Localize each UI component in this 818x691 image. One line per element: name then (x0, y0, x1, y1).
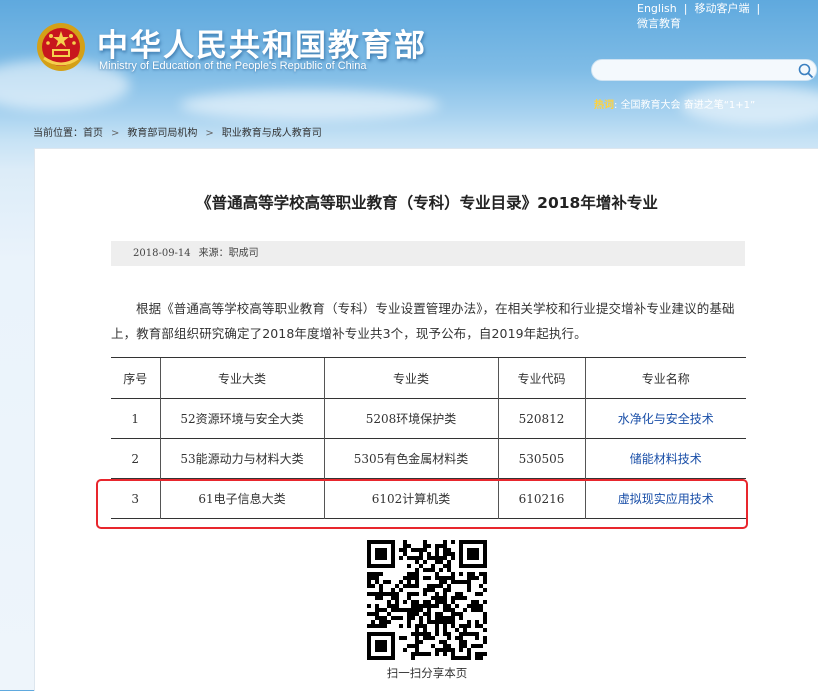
breadcrumb: 当前位置：首页 > 教育部司局机构 > 职业教育与成人教育司 (33, 124, 322, 139)
table-cell-code: 520812 (497, 398, 585, 439)
hot-words-label: 热词 (594, 100, 614, 111)
qr-caption: 扫一扫分享本页 (386, 666, 468, 680)
table-header: 专业大类 (159, 357, 324, 399)
breadcrumb-arrow-icon: > (111, 128, 120, 139)
table-row: 1 52资源环境与安全大类 5208环境保护类 520812 水净化与安全技术 (111, 398, 746, 439)
table-cell-class: 5208环境保护类 (323, 398, 498, 439)
search-box (591, 59, 817, 81)
breadcrumb-prefix: 当前位置： (33, 128, 83, 139)
table-header: 序号 (111, 357, 160, 399)
table-cell-category: 53能源动力与材料大类 (159, 438, 324, 479)
breadcrumb-departments[interactable]: 教育部司局机构 (127, 128, 197, 139)
link-separator: | (756, 2, 761, 15)
national-emblem-icon[interactable] (36, 22, 86, 72)
weiyan-education-link[interactable]: 微言教育 (637, 17, 681, 30)
breadcrumb-arrow-icon: > (205, 128, 214, 139)
site-header: 中华人民共和国教育部 Ministry of Education of the … (0, 0, 818, 125)
top-links: English | 移动客户端 | 微言教育 (637, 1, 767, 31)
english-link[interactable]: English (637, 2, 677, 15)
table-header: 专业类 (323, 357, 498, 399)
hot-words-link[interactable]: 全国教育大会 奋进之笔“1+1” (621, 100, 756, 111)
site-title[interactable]: 中华人民共和国教育部 (97, 20, 427, 65)
qr-code-icon (367, 540, 487, 660)
breadcrumb-vocational-dept[interactable]: 职业教育与成人教育司 (222, 128, 322, 139)
article-title: 《普通高等学校高等职业教育（专科）专业目录》2018年增补专业 (196, 194, 658, 212)
breadcrumb-home[interactable]: 首页 (83, 128, 103, 139)
table-cell-category: 52资源环境与安全大类 (159, 398, 324, 439)
article-date: 2018-09-14 (133, 248, 191, 259)
article-paragraph: 根据《普通高等学校高等职业教育（专科）专业设置管理办法》，在相关学校和行业提交增… (111, 301, 735, 341)
row-highlight-box (96, 479, 748, 529)
table-cell-class: 5305有色金属材料类 (323, 438, 498, 479)
hot-words: 热词: 全国教育大会 奋进之笔“1+1” (594, 100, 756, 111)
article-source: 来源：职成司 (198, 248, 259, 259)
mobile-client-link[interactable]: 移动客户端 (694, 2, 749, 15)
table-header: 专业代码 (497, 357, 585, 399)
cloud-decoration (180, 90, 440, 120)
table-cell-index: 2 (111, 438, 160, 479)
table-cell-major-name[interactable]: 储能材料技术 (584, 438, 746, 479)
table-row: 2 53能源动力与材料大类 5305有色金属材料类 530505 储能材料技术 (111, 438, 746, 479)
table-header-row: 序号 专业大类 专业类 专业代码 专业名称 (111, 357, 746, 399)
table-cell-code: 530505 (497, 438, 585, 479)
link-separator: | (683, 2, 688, 15)
table-header: 专业名称 (584, 357, 746, 399)
table-cell-index: 1 (111, 398, 160, 439)
search-icon[interactable] (797, 62, 815, 80)
table-cell-major-name[interactable]: 水净化与安全技术 (584, 398, 746, 439)
search-input[interactable] (602, 62, 796, 80)
site-subtitle: Ministry of Education of the People's Re… (99, 60, 367, 72)
article-meta: 2018-09-14 来源：职成司 (111, 241, 745, 266)
